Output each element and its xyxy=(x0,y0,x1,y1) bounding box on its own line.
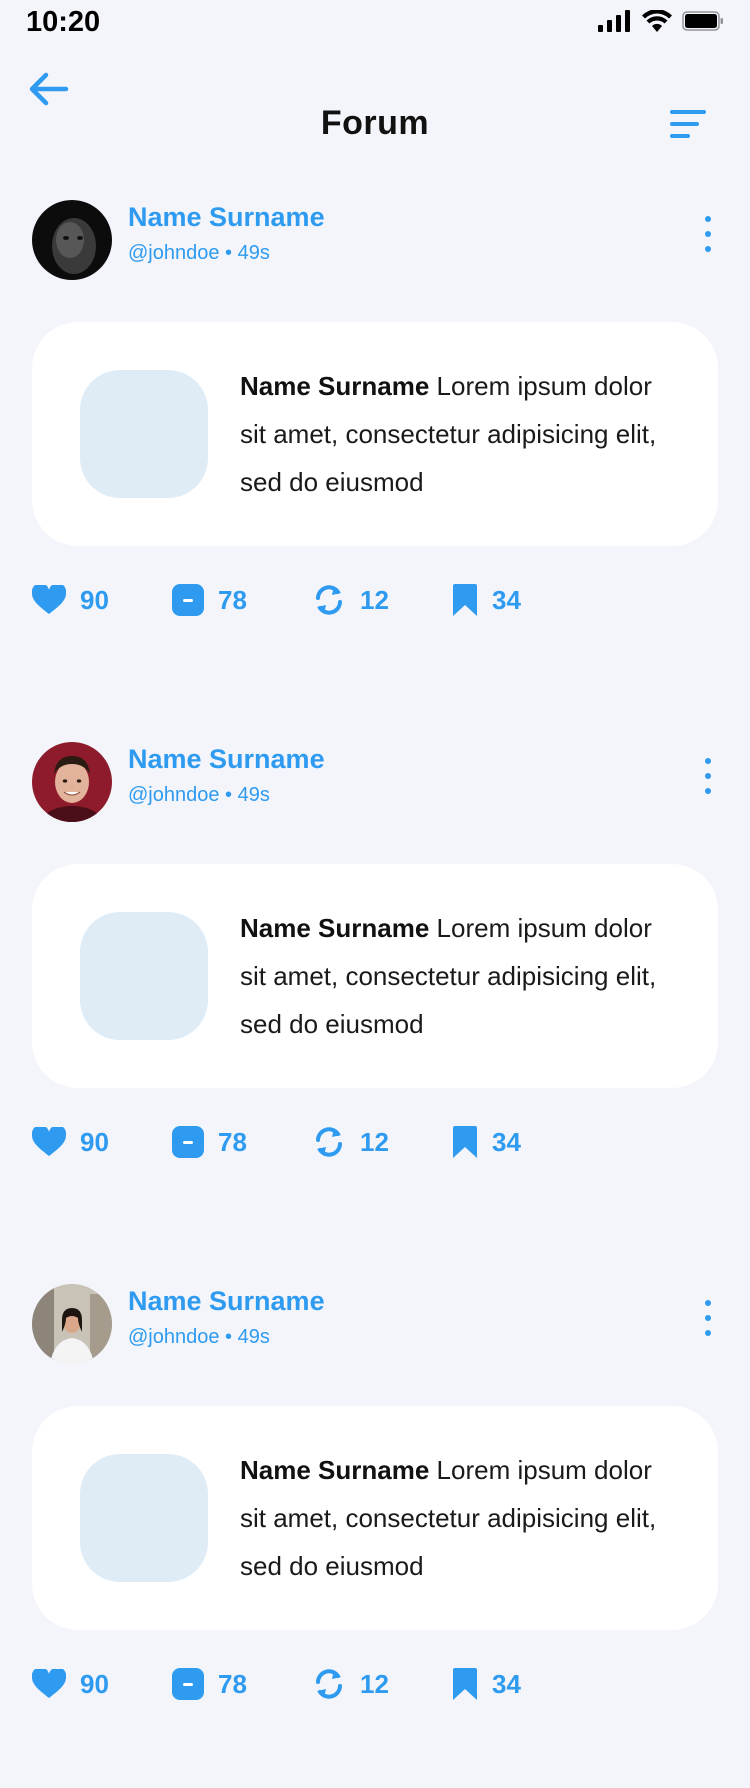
comment-button[interactable]: 78 xyxy=(172,1664,312,1704)
like-count: 90 xyxy=(80,1668,109,1699)
author-meta: @johndoe • 49s xyxy=(128,1326,270,1348)
bookmark-icon xyxy=(453,584,477,616)
more-icon xyxy=(705,758,711,764)
like-count: 90 xyxy=(80,1126,109,1157)
bookmark-count: 34 xyxy=(492,1668,521,1699)
repost-count: 12 xyxy=(360,584,389,615)
heart-icon xyxy=(32,1127,66,1156)
post-card[interactable]: Name Surname Lorem ipsum dolor sit amet,… xyxy=(32,322,718,546)
bookmark-button[interactable]: 34 xyxy=(452,1122,572,1162)
post-text: Name Surname Lorem ipsum dolor sit amet,… xyxy=(240,362,680,506)
like-button[interactable]: 90 xyxy=(32,580,172,620)
avatar[interactable] xyxy=(32,1284,112,1364)
post-thumbnail xyxy=(80,370,208,498)
repost-count: 12 xyxy=(360,1668,389,1699)
more-options-button[interactable] xyxy=(698,1300,718,1336)
post-text-author: Name Surname xyxy=(240,1455,430,1485)
post-actions: 90 78 12 34 xyxy=(32,580,572,620)
repost-button[interactable]: 12 xyxy=(312,1664,452,1704)
post-text: Name Surname Lorem ipsum dolor sit amet,… xyxy=(240,904,680,1048)
wifi-icon xyxy=(642,10,672,32)
repost-count: 12 xyxy=(360,1126,389,1157)
author-name[interactable]: Name Surname xyxy=(128,744,325,775)
post-item: Name Surname @johndoe • 49s Name Surname… xyxy=(0,742,750,1212)
comment-button[interactable]: 78 xyxy=(172,580,312,620)
avatar[interactable] xyxy=(32,742,112,822)
post-thumbnail xyxy=(80,1454,208,1582)
bookmark-count: 34 xyxy=(492,1126,521,1157)
bookmark-button[interactable]: 34 xyxy=(452,1664,572,1704)
bookmark-icon xyxy=(453,1126,477,1158)
post-actions: 90 78 12 34 xyxy=(32,1122,572,1162)
battery-icon xyxy=(682,11,723,31)
repost-icon xyxy=(316,1127,342,1157)
repost-icon xyxy=(316,585,342,615)
like-button[interactable]: 90 xyxy=(32,1122,172,1162)
post-text-author: Name Surname xyxy=(240,371,430,401)
author-meta: @johndoe • 49s xyxy=(128,784,270,806)
filter-icon xyxy=(670,110,706,138)
post-actions: 90 78 12 34 xyxy=(32,1664,572,1704)
signal-icon xyxy=(598,10,630,32)
more-icon xyxy=(705,1300,711,1306)
repost-button[interactable]: 12 xyxy=(312,580,452,620)
bookmark-icon xyxy=(453,1668,477,1700)
more-options-button[interactable] xyxy=(698,758,718,794)
heart-icon xyxy=(32,585,66,614)
avatar[interactable] xyxy=(32,200,112,280)
post-card[interactable]: Name Surname Lorem ipsum dolor sit amet,… xyxy=(32,1406,718,1630)
comment-count: 78 xyxy=(218,584,247,615)
post-card[interactable]: Name Surname Lorem ipsum dolor sit amet,… xyxy=(32,864,718,1088)
header: Forum xyxy=(0,58,750,158)
comment-count: 78 xyxy=(218,1668,247,1699)
author-name[interactable]: Name Surname xyxy=(128,1286,325,1317)
bookmark-count: 34 xyxy=(492,584,521,615)
comment-icon xyxy=(172,584,204,616)
comment-icon xyxy=(172,1126,204,1158)
like-count: 90 xyxy=(80,584,109,615)
more-icon xyxy=(705,216,711,222)
status-bar: 10:20 xyxy=(0,0,750,50)
heart-icon xyxy=(32,1669,66,1698)
comment-count: 78 xyxy=(218,1126,247,1157)
repost-button[interactable]: 12 xyxy=(312,1122,452,1162)
repost-icon xyxy=(316,1669,342,1699)
post-thumbnail xyxy=(80,912,208,1040)
author-meta: @johndoe • 49s xyxy=(128,242,270,264)
like-button[interactable]: 90 xyxy=(32,1664,172,1704)
post-text-author: Name Surname xyxy=(240,913,430,943)
post-item: Name Surname @johndoe • 49s Name Surname… xyxy=(0,200,750,670)
status-time: 10:20 xyxy=(26,6,101,38)
status-icons xyxy=(598,10,724,32)
post-item: Name Surname @johndoe • 49s Name Surname… xyxy=(0,1284,750,1754)
author-name[interactable]: Name Surname xyxy=(128,202,325,233)
page-title: Forum xyxy=(320,104,430,142)
post-text: Name Surname Lorem ipsum dolor sit amet,… xyxy=(240,1446,680,1590)
comment-icon xyxy=(172,1668,204,1700)
filter-button[interactable] xyxy=(670,108,706,140)
bookmark-button[interactable]: 34 xyxy=(452,580,572,620)
more-options-button[interactable] xyxy=(698,216,718,252)
comment-button[interactable]: 78 xyxy=(172,1122,312,1162)
